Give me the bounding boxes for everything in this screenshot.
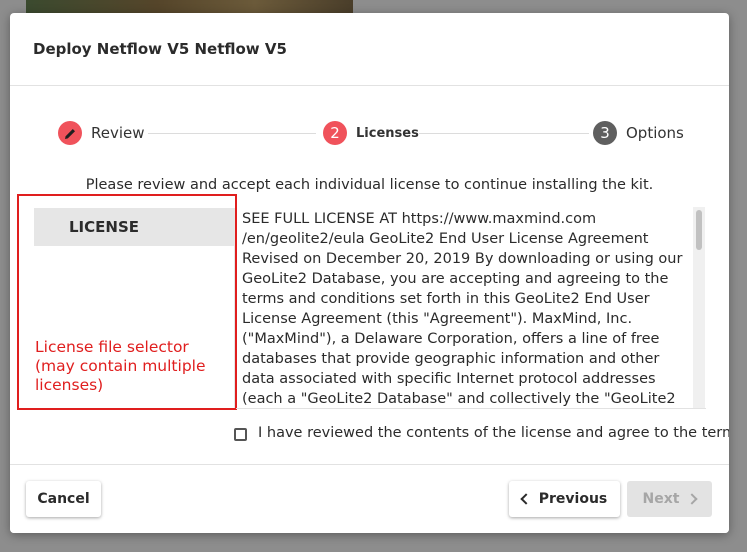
modal-footer: Cancel Previous Next (10, 464, 729, 533)
license-text: SEE FULL LICENSE AT https://www.maxmind.… (242, 211, 683, 407)
step-options-label: Options (626, 124, 684, 142)
stepper-connector (148, 133, 316, 134)
agree-checkbox[interactable] (234, 428, 247, 441)
cancel-button-label: Cancel (37, 491, 90, 507)
step-review-label: Review (91, 124, 145, 142)
chevron-left-icon (520, 493, 532, 505)
step-number-badge: 3 (593, 121, 617, 145)
previous-button[interactable]: Previous (509, 481, 620, 517)
next-button[interactable]: Next (627, 481, 712, 517)
step-licenses[interactable]: 2 Licenses (323, 121, 419, 145)
step-options[interactable]: 3 Options (593, 121, 684, 145)
chevron-right-icon (686, 493, 699, 505)
step-review[interactable]: Review (58, 121, 145, 145)
instruction-text: Please review and accept each individual… (85, 177, 654, 193)
modal-body: Review 2 Licenses 3 Options Please revie… (10, 86, 729, 464)
pencil-icon (58, 121, 82, 145)
deploy-kit-modal: Deploy Netflow V5 Netflow V5 Review 2 Li… (10, 13, 729, 533)
background-image (26, 0, 353, 14)
modal-header: Deploy Netflow V5 Netflow V5 (10, 13, 729, 86)
agree-row: I have reviewed the contents of the lice… (234, 424, 729, 448)
agree-label[interactable]: I have reviewed the contents of the lice… (258, 425, 729, 441)
previous-button-label: Previous (538, 491, 608, 507)
license-scrollbar[interactable] (693, 207, 705, 408)
step-licenses-label: Licenses (356, 125, 419, 141)
cancel-button[interactable]: Cancel (26, 481, 101, 517)
annotation-text: License file selector (may contain multi… (35, 338, 206, 394)
license-text-pane[interactable]: SEE FULL LICENSE AT https://www.maxmind.… (236, 207, 706, 409)
next-button-label: Next (642, 491, 680, 507)
scrollbar-thumb[interactable] (696, 210, 702, 250)
modal-title: Deploy Netflow V5 Netflow V5 (33, 40, 287, 58)
step-number-badge: 2 (323, 121, 347, 145)
stepper-connector (419, 133, 589, 134)
